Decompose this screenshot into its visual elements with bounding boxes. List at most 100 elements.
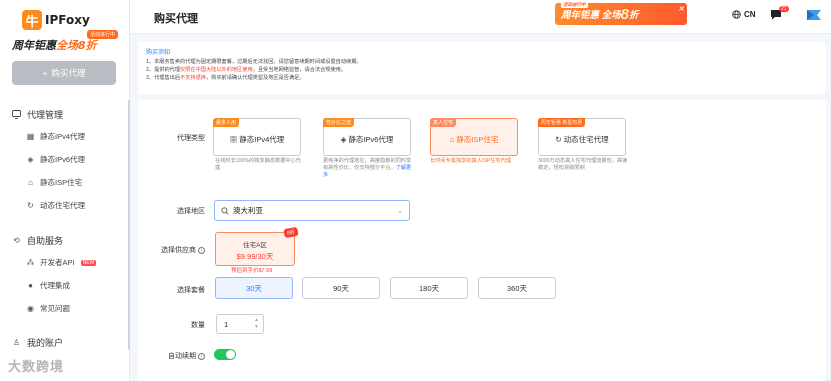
type-desc-isp: 长时间专属独享的真人ISP住宅代理 <box>430 158 511 164</box>
plan-option-30[interactable]: 30天 <box>215 277 293 299</box>
sidebar-item-ipv6[interactable]: ◈ 静态IPv6代理 <box>26 154 85 165</box>
logo-mark: 牛 <box>22 10 42 30</box>
type-tag: 真人住宅 <box>430 118 457 127</box>
logo[interactable]: 牛 IPFoxy <box>22 10 90 30</box>
promo-banner[interactable]: 周年钜惠全场8折 活动进行中 <box>12 30 120 54</box>
supplier-label-text: 选择供应商 <box>161 247 196 254</box>
supplier-estimated-price: 预估到手价$7.99 <box>231 268 273 274</box>
proxy-type-label: 代理类型 <box>177 135 205 142</box>
sidebar-item-api[interactable]: ⁂ 开发者API NEW <box>26 257 97 268</box>
type-tag: 最多人用 <box>213 118 240 127</box>
sidebar: 牛 IPFoxy 周年钜惠全场8折 活动进行中 + 购买代理 代理管理 ▦ 静态… <box>0 0 130 381</box>
type-option-ipv4[interactable]: 最多人用 ▦ 静态IPv4代理 <box>213 118 301 156</box>
page-title: 购买代理 <box>154 13 198 25</box>
layers-icon: ◈ <box>27 155 34 164</box>
self-service-icon: ⟲ <box>13 236 20 245</box>
supplier-option[interactable]: 8折 住宅A区 $9.99/30天 <box>215 226 299 266</box>
watermark: 大数跨境 <box>8 359 65 374</box>
notice-line-3: 3、代理售出后不支持退换，购买前请确认代理类型及地区是否满足。 <box>146 75 305 81</box>
info-icon[interactable]: i <box>198 246 205 254</box>
quantity-stepper[interactable]: 1 ▲ ▼ <box>216 314 264 334</box>
notice-line-1: 1、本服务售卖的代理为固定期限套餐，过期后无法找回，请您留意续期时间或设置自动续… <box>146 59 362 65</box>
sidebar-item-label: 代理集成 <box>40 281 70 290</box>
notice-line-2-red: 仅限在中国大陆以外的地区使用 <box>180 67 253 73</box>
sidebar-item-label: 常见问题 <box>40 304 70 313</box>
region-label: 选择地区 <box>177 208 205 215</box>
sidebar-item-dynamic[interactable]: ↻ 动态住宅代理 <box>26 200 85 211</box>
plan-label: 选择套餐 <box>177 287 205 294</box>
sidebar-item-isp[interactable]: ⌂ 静态ISP住宅 <box>26 177 82 188</box>
type-desc-ipv6: 更纯净的代理地址，高度隐蔽的同时享有高性价比，仅支持部分平台。了解更多 <box>323 158 413 179</box>
sidebar-item-label: 静态IPv6代理 <box>40 155 86 164</box>
sidebar-item-integration[interactable]: ● 代理集成 <box>26 280 70 291</box>
header-promo-banner[interactable]: 活动进行中 周年钜惠 全场 8 折 ✕ <box>555 2 687 25</box>
user-icon: ♙ <box>12 338 21 347</box>
api-icon: ⁂ <box>26 258 35 267</box>
type-option-isp[interactable]: 真人住宅 ⌂ 静态ISP住宅 <box>430 118 518 156</box>
type-option-ipv6[interactable]: 性价比之选 ◈ 静态IPv6代理 <box>323 118 411 156</box>
banner-big: 8 <box>620 5 629 23</box>
sidebar-item-label: 动态住宅代理 <box>40 201 85 210</box>
sidebar-item-faq[interactable]: ◉ 常见问题 <box>26 303 70 314</box>
sidebar-item-label: 静态IPv4代理 <box>40 132 86 141</box>
auto-renew-label: 自动续期 i <box>145 351 205 361</box>
banner-text: 周年钜惠 全场 <box>561 10 621 21</box>
promo-text-a: 周年钜惠 <box>12 39 56 52</box>
sidebar-scrollbar[interactable] <box>128 100 130 350</box>
sidebar-item-label: 开发者API <box>40 258 75 267</box>
plus-icon: + <box>42 68 48 78</box>
buy-proxy-button[interactable]: + 购买代理 <box>12 61 116 85</box>
chevron-down-icon: ⌄ <box>397 207 403 215</box>
language-switch[interactable]: CN <box>732 10 756 19</box>
banner-tag: 活动进行中 <box>561 2 588 8</box>
grid-icon: ▦ <box>229 135 240 144</box>
auto-renew-label-text: 自动续期 <box>168 353 196 360</box>
promo-text-b: 全场8折 <box>56 39 97 52</box>
proxy-manage-icon <box>12 110 21 119</box>
nav-group-label: 我的账户 <box>27 338 64 348</box>
notice-title: 购买须知 <box>146 50 171 56</box>
region-select[interactable]: 澳大利亚 ⌄ <box>214 200 410 221</box>
type-title: 静态IPv4代理 <box>239 135 285 144</box>
home-icon: ⌂ <box>28 178 33 187</box>
new-badge: NEW <box>80 259 97 266</box>
stepper-arrows-icon[interactable]: ▲ ▼ <box>254 317 259 331</box>
message-button[interactable]: 21 <box>770 6 789 21</box>
message-count-badge: 21 <box>779 6 789 12</box>
nav-group-proxy-manage[interactable]: 代理管理 <box>12 108 63 121</box>
nav-group-label: 代理管理 <box>27 110 64 120</box>
logo-text: IPFoxy <box>45 13 90 27</box>
notification-flag-icon[interactable] <box>806 8 822 22</box>
purchase-notice: 购买须知 1、本服务售卖的代理为固定期限套餐，过期后无法找回，请您留意续期时间或… <box>138 42 826 94</box>
close-icon[interactable]: ✕ <box>678 5 684 13</box>
globe-icon <box>732 10 741 19</box>
type-desc-dynamic: 3000万动态真人住宅代理流量包，高速稳定，轻松突破限制 <box>538 158 628 171</box>
type-tag: 性价比之选 <box>323 118 355 127</box>
plan-option-180[interactable]: 180天 <box>390 277 468 299</box>
type-tag: 周年钜惠 新星有惠 <box>538 118 586 127</box>
plan-option-360[interactable]: 360天 <box>478 277 556 299</box>
region-value: 澳大利亚 <box>233 206 263 215</box>
supplier-name: 住宅A区 <box>243 242 267 249</box>
info-icon[interactable]: i <box>198 352 205 360</box>
language-label: CN <box>744 10 756 19</box>
banner-tail: 折 <box>628 10 639 21</box>
plan-option-90[interactable]: 90天 <box>302 277 380 299</box>
notice-line-3-red: 不支持退换 <box>180 75 206 81</box>
search-icon <box>221 206 229 215</box>
nav-group-label: 自助服务 <box>27 236 64 246</box>
header: 购买代理 活动进行中 周年钜惠 全场 8 折 ✕ CN 21 <box>130 0 831 34</box>
quantity-label: 数量 <box>191 322 205 329</box>
supplier-price: $9.99/30天 <box>236 252 274 261</box>
quantity-value: 1 <box>224 319 229 329</box>
sidebar-item-ipv4[interactable]: ▦ 静态IPv4代理 <box>26 131 85 142</box>
type-option-dynamic[interactable]: 周年钜惠 新星有惠 ↻ 动态住宅代理 <box>538 118 626 156</box>
sidebar-item-label: 静态ISP住宅 <box>40 178 83 187</box>
nav-group-self-service[interactable]: ⟲ 自助服务 <box>12 234 63 247</box>
question-icon: ◉ <box>27 304 34 313</box>
nav-group-account[interactable]: ♙ 我的账户 <box>12 336 63 349</box>
type-desc-ipv4: 在线时长100%的独享静态数据中心代理 <box>215 158 301 171</box>
type-title: 动态住宅代理 <box>563 135 609 144</box>
auto-renew-toggle[interactable] <box>214 349 236 360</box>
type-title: 静态ISP住宅 <box>456 135 499 144</box>
